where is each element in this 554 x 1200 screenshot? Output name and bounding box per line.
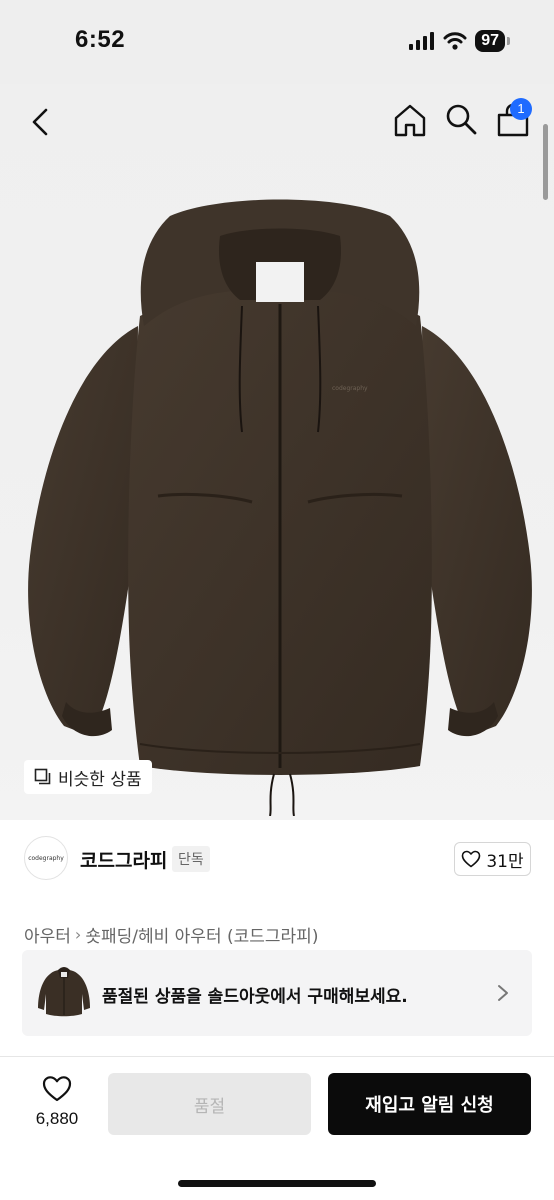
exclusive-tag: 단독 bbox=[172, 846, 210, 872]
bottom-action-bar: 6,880 품절 재입고 알림 신청 bbox=[0, 1056, 554, 1200]
signal-icon bbox=[409, 32, 435, 50]
wishlist-button[interactable]: 6,880 bbox=[30, 1075, 84, 1129]
restock-alert-button[interactable]: 재입고 알림 신청 bbox=[328, 1073, 531, 1135]
status-icons: 97 bbox=[409, 30, 510, 52]
jacket-logo: codegraphy bbox=[332, 385, 368, 392]
brand-name[interactable]: 코드그라피 bbox=[80, 846, 167, 873]
scroll-indicator bbox=[543, 124, 548, 200]
battery-level: 97 bbox=[475, 30, 505, 52]
wifi-icon bbox=[443, 32, 467, 50]
brand-like-count: 31만 bbox=[486, 851, 524, 872]
breadcrumb-category[interactable]: 아우터 bbox=[24, 922, 71, 947]
battery-tip bbox=[507, 37, 510, 45]
breadcrumb-separator-icon: › bbox=[74, 925, 82, 944]
soldout-button: 품절 bbox=[108, 1073, 311, 1135]
product-image[interactable]: 1 codegraphy 비슷한 상품 bbox=[0, 84, 554, 820]
soldout-banner-text: 품절된 상품을 솔드아웃에서 구매해보세요. bbox=[102, 987, 408, 1007]
status-bar: 6:52 97 bbox=[0, 0, 554, 84]
brand-like-button[interactable]: 31만 bbox=[454, 842, 531, 876]
similar-products-label: 비슷한 상품 bbox=[58, 769, 142, 790]
back-icon[interactable] bbox=[26, 104, 56, 140]
home-indicator bbox=[178, 1180, 376, 1187]
soldout-banner[interactable]: 품절된 상품을 솔드아웃에서 구매해보세요. bbox=[22, 950, 532, 1036]
jacket-image: codegraphy bbox=[28, 199, 532, 816]
heart-icon bbox=[462, 850, 481, 868]
breadcrumb-subcategory[interactable]: 숏패딩/헤비 아우터 (코드그라피) bbox=[85, 922, 318, 947]
home-icon[interactable] bbox=[392, 102, 428, 138]
soldout-thumbnail bbox=[38, 967, 90, 1017]
search-icon[interactable] bbox=[444, 102, 478, 136]
brand-row: codegraphy 코드그라피 단독 31만 bbox=[0, 836, 554, 882]
similar-icon bbox=[34, 768, 51, 785]
similar-products-button[interactable]: 비슷한 상품 bbox=[24, 760, 152, 794]
chevron-right-icon bbox=[498, 985, 508, 1001]
breadcrumb: 아우터 › 숏패딩/헤비 아우터 (코드그라피) bbox=[24, 922, 318, 947]
cart-count-badge: 1 bbox=[510, 98, 532, 120]
wishlist-count: 6,880 bbox=[35, 1109, 79, 1128]
brand-logo[interactable]: codegraphy bbox=[24, 836, 68, 880]
heart-icon bbox=[42, 1076, 72, 1102]
status-time: 6:52 bbox=[75, 26, 126, 53]
